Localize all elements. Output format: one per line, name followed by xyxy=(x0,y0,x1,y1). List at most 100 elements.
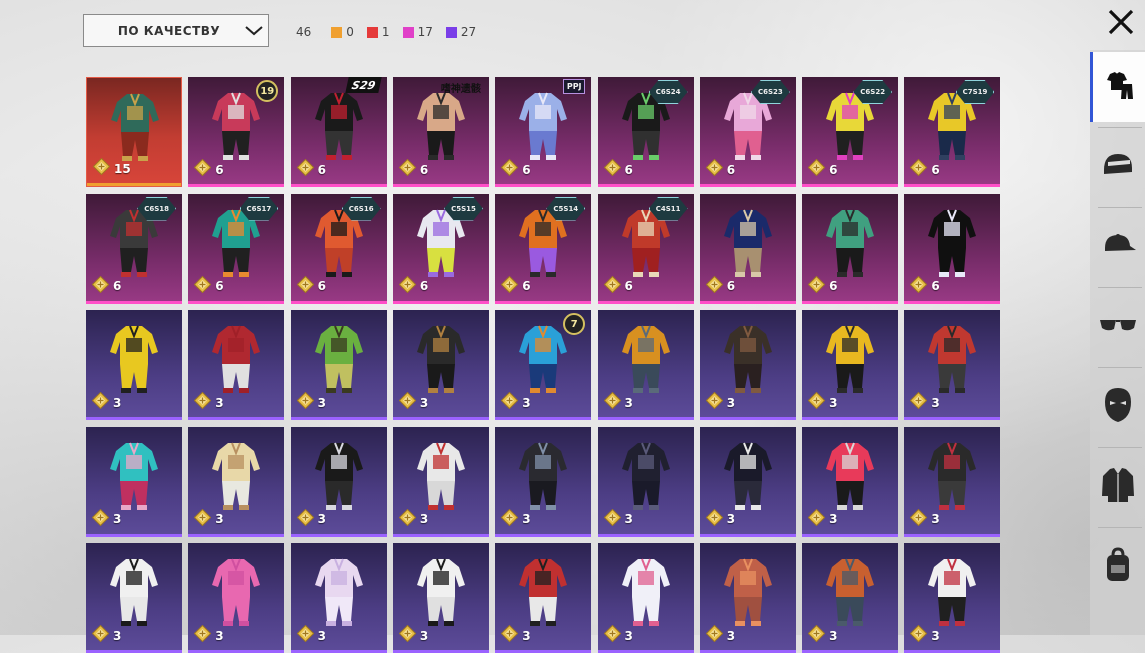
outfit-card[interactable]: 19 6 xyxy=(188,77,285,187)
rarity-bar xyxy=(597,417,694,420)
cost: 6 xyxy=(194,158,224,180)
outfit-card[interactable]: 3 xyxy=(495,426,592,537)
outfit-card[interactable]: 3 xyxy=(597,310,694,420)
coin-icon xyxy=(398,624,417,646)
sort-dropdown[interactable]: ПО КАЧЕСТВУ xyxy=(83,14,269,47)
outfit-card[interactable]: C6S18 6 xyxy=(86,193,182,304)
cost: 6 xyxy=(910,158,940,180)
cost: 3 xyxy=(910,391,940,413)
outfit-card[interactable]: C6S24 6 xyxy=(597,77,694,187)
rarity-bar xyxy=(188,184,285,187)
outfit-card[interactable]: C4S11 6 xyxy=(597,193,694,304)
outfit-card[interactable]: 3 xyxy=(290,426,387,537)
coin-icon xyxy=(910,624,928,646)
outfit-card[interactable]: 3 xyxy=(904,543,1001,653)
sort-label: ПО КАЧЕСТВУ xyxy=(117,23,221,38)
outfit-card[interactable]: C6S16 6 xyxy=(290,193,387,304)
outfit-card[interactable]: 3 xyxy=(188,310,285,420)
outfit-card[interactable]: 3 xyxy=(392,543,489,653)
outfit-card[interactable]: 6 xyxy=(802,193,899,304)
outfit-card[interactable]: 6 xyxy=(699,193,796,304)
outfit-card[interactable]: 3 xyxy=(392,310,489,420)
outfit-card[interactable]: 3 xyxy=(802,543,899,653)
category-tab-helmet[interactable] xyxy=(1090,132,1145,202)
outfit-card[interactable]: 3 xyxy=(392,426,489,537)
cost: 3 xyxy=(91,391,121,413)
coin-icon xyxy=(500,508,519,530)
outfit-card[interactable]: 3 xyxy=(597,426,694,537)
cost-value: 15 xyxy=(114,161,131,176)
outfit-card[interactable]: 3 xyxy=(188,543,285,653)
category-tab-backpack[interactable] xyxy=(1090,532,1145,602)
outfit-card[interactable]: 3 xyxy=(86,543,182,653)
outfit-card[interactable]: C5S15 6 xyxy=(392,193,489,304)
outfit-card[interactable]: 73 xyxy=(495,310,592,420)
cap-icon xyxy=(1099,230,1137,264)
outfit-card[interactable]: 3 xyxy=(86,426,182,537)
outfit-card[interactable]: 15 xyxy=(86,77,182,187)
cost: 3 xyxy=(296,624,326,646)
outfit-card[interactable]: C6S22 6 xyxy=(802,77,899,187)
category-tab-jacket[interactable] xyxy=(1090,452,1145,522)
outfit-card[interactable]: 3 xyxy=(904,310,1001,420)
cost-value: 3 xyxy=(113,512,122,526)
category-tab-outfit[interactable] xyxy=(1090,52,1145,122)
outfit-grid: 15 19 6 S29 6 嗜神遗骸 6 PPJ 6 C6S24 6 C6S23 6 C6S22 6 C7S1… xyxy=(86,77,1001,653)
outfit-card[interactable]: 3 xyxy=(699,426,796,537)
cost-value: 3 xyxy=(522,512,531,526)
rarity-bar xyxy=(802,300,899,304)
tab-divider xyxy=(1098,447,1142,448)
outfit-card[interactable]: 3 xyxy=(699,543,796,653)
red-square-icon xyxy=(366,26,378,38)
cost: 6 xyxy=(500,158,531,180)
rarity-bar xyxy=(86,300,182,304)
rarity-bar xyxy=(699,300,796,304)
coin-icon xyxy=(910,158,928,180)
cost: 3 xyxy=(91,624,121,646)
tab-divider xyxy=(1098,287,1142,288)
category-tab-cap[interactable] xyxy=(1090,212,1145,282)
outfit-card[interactable]: 3 xyxy=(188,426,285,537)
coin-icon xyxy=(603,391,621,413)
outfit-card[interactable]: C6S17 6 xyxy=(188,193,285,304)
cost-value: 3 xyxy=(624,628,633,643)
outfit-card[interactable]: C5S14 6 xyxy=(495,193,592,304)
outfit-card[interactable]: 3 xyxy=(290,310,387,420)
outfit-card[interactable]: 3 xyxy=(699,310,796,420)
outfit-card[interactable]: 3 xyxy=(86,310,182,420)
rarity-bar xyxy=(495,300,592,304)
cost-value: 3 xyxy=(829,628,838,643)
cost-value: 6 xyxy=(113,279,122,293)
outfit-card[interactable]: 3 xyxy=(290,543,387,653)
outfit-card[interactable]: 3 xyxy=(802,426,899,537)
cost: 15 xyxy=(92,157,131,179)
outfit-card[interactable]: C6S23 6 xyxy=(699,77,796,187)
outfit-image xyxy=(393,431,489,519)
outfit-image xyxy=(291,431,387,519)
outfit-card[interactable]: 3 xyxy=(495,543,592,653)
rarity-bar xyxy=(802,417,899,420)
outfit-card[interactable]: C7S19 6 xyxy=(904,77,1001,187)
close-button[interactable] xyxy=(1100,2,1142,42)
outfit-card[interactable]: 3 xyxy=(597,543,694,653)
outfit-card[interactable]: 6 xyxy=(904,193,1001,304)
coin-icon xyxy=(705,275,724,297)
outfit-card[interactable]: PPJ 6 xyxy=(495,77,592,187)
category-tab-mask[interactable] xyxy=(1090,372,1145,442)
pink-square-icon xyxy=(402,26,414,38)
cost-value: 6 xyxy=(215,279,224,293)
cost: 6 xyxy=(705,275,735,297)
outfit-card[interactable]: 3 xyxy=(802,310,899,420)
cost-value: 6 xyxy=(624,162,633,177)
outfit-card[interactable]: S29 6 xyxy=(290,77,387,187)
outfit-image xyxy=(700,547,796,635)
cost-value: 3 xyxy=(931,628,940,643)
outfit-card[interactable]: 3 xyxy=(904,426,1001,537)
outfit-image xyxy=(495,81,591,169)
cost-value: 6 xyxy=(419,279,429,293)
coin-icon xyxy=(398,508,417,530)
category-tab-glasses[interactable] xyxy=(1090,292,1145,362)
cost-value: 3 xyxy=(726,395,736,410)
rarity-bar xyxy=(904,533,1001,537)
outfit-card[interactable]: 嗜神遗骸 6 xyxy=(392,77,489,187)
